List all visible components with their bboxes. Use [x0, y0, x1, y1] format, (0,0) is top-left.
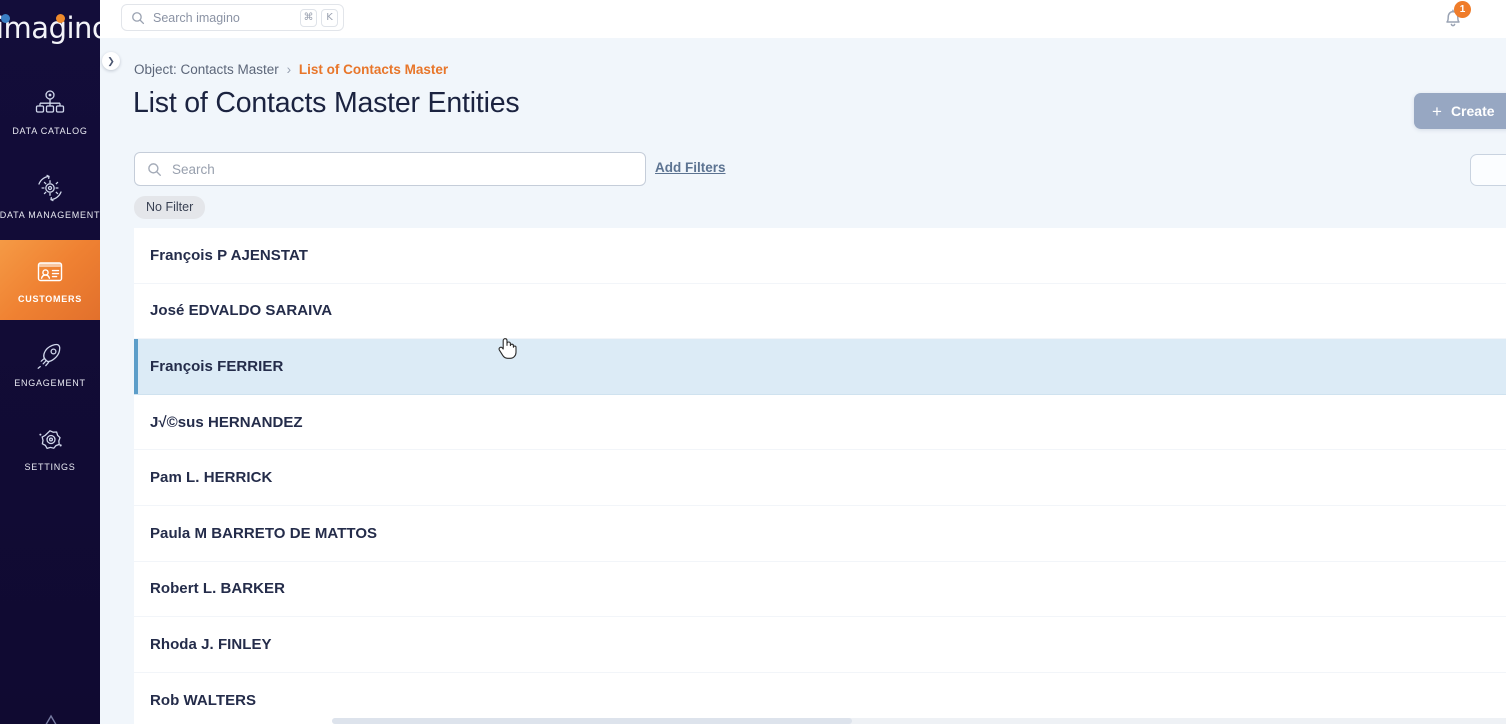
plus-icon: + — [1432, 101, 1442, 121]
list-item-label: Rhoda J. FINLEY — [150, 635, 272, 653]
add-filters-link[interactable]: Add Filters — [655, 160, 726, 175]
entity-list: François P AJENSTAT José EDVALDO SARAIVA F… — [134, 228, 1506, 724]
search-icon — [131, 11, 145, 25]
create-button-label: Create — [1450, 103, 1495, 119]
filter-chip-list: No Filter — [134, 196, 206, 219]
page-header: Object: Contacts Master › List of Contac… — [100, 38, 1506, 140]
sidebar-item-data-management[interactable]: DATA MANAGEMENT — [0, 156, 100, 236]
create-button[interactable]: + Create — [1414, 93, 1506, 129]
list-item-label: François P AJENSTAT — [150, 246, 308, 264]
data-management-icon — [33, 173, 67, 203]
sidebar-item-label: CUSTOMERS — [17, 293, 83, 304]
list-item-label: J√©sus HERNANDEZ — [150, 413, 303, 431]
breadcrumb-current[interactable]: List of Contacts Master — [299, 62, 448, 77]
data-catalog-icon — [33, 89, 67, 119]
list-item[interactable]: Rhoda J. FINLEY — [134, 617, 1506, 673]
sidebar-item-settings[interactable]: SETTINGS — [0, 408, 100, 488]
engagement-rocket-icon — [33, 341, 67, 371]
main-content: Object: Contacts Master › List of Contac… — [100, 38, 1506, 724]
sidebar-item-label: SETTINGS — [24, 461, 76, 472]
shortcut-key-k: K — [321, 8, 338, 27]
search-input[interactable]: Search — [134, 152, 646, 186]
filter-chip-no-filter[interactable]: No Filter — [134, 196, 206, 219]
shortcut-key-cmd: ⌘ — [300, 8, 317, 27]
sidebar-collapse-toggle[interactable]: ❯ — [102, 52, 120, 70]
logo-dot-orange-icon — [56, 14, 65, 23]
list-item[interactable]: Robert L. BARKER — [134, 561, 1506, 618]
list-item-label: Rob WALTERS — [150, 691, 257, 709]
page-title: List of Contacts Master Entities — [133, 87, 520, 119]
horizontal-scrollbar[interactable] — [332, 718, 1506, 724]
customers-icon — [33, 257, 67, 287]
top-bar: Search imagino ⌘ K 1 — [100, 0, 1506, 38]
app-root: imagino DATA CATALOG — [0, 0, 1506, 724]
list-item[interactable]: François FERRIER — [134, 339, 1506, 395]
chevron-right-icon: ❯ — [107, 55, 115, 66]
list-toolbar: Search Add Filters No Filter — [100, 140, 1506, 228]
sidebar-item-label: DATA MANAGEMENT — [0, 209, 100, 220]
sidebar-footer-mark-icon — [42, 714, 60, 724]
list-item-label: Pam L. HERRICK — [150, 469, 273, 487]
sidebar-item-engagement[interactable]: ENGAGEMENT — [0, 324, 100, 404]
list-item-label: Paula M BARRETO DE MATTOS — [150, 524, 378, 542]
logo-dot-blue-icon — [1, 14, 10, 23]
settings-gear-icon — [33, 425, 67, 455]
app-logo-text: imagino — [0, 11, 100, 45]
sidebar-nav: DATA CATALOG DATA MANAGEMENT CUSTOMERS E… — [0, 72, 100, 488]
global-search-placeholder: Search imagino — [153, 10, 240, 25]
notifications-badge: 1 — [1454, 1, 1471, 18]
list-item[interactable]: Rob WALTERS — [134, 672, 1506, 724]
list-item[interactable]: J√©sus HERNANDEZ — [134, 394, 1506, 451]
list-item-label: François FERRIER — [150, 357, 284, 375]
sidebar-item-customers[interactable]: CUSTOMERS — [0, 240, 100, 320]
breadcrumb-separator-icon: › — [286, 62, 292, 77]
list-item-label: José EDVALDO SARAIVA — [150, 302, 333, 320]
sidebar-item-label: ENGAGEMENT — [14, 377, 86, 388]
sidebar: imagino DATA CATALOG — [0, 0, 100, 724]
search-icon — [147, 162, 162, 177]
view-options-button[interactable] — [1470, 154, 1506, 186]
list-item[interactable]: François P AJENSTAT — [134, 228, 1506, 284]
search-placeholder: Search — [172, 161, 215, 177]
global-search-input[interactable]: Search imagino ⌘ K — [121, 4, 344, 31]
list-item[interactable]: Pam L. HERRICK — [134, 450, 1506, 506]
list-item[interactable]: José EDVALDO SARAIVA — [134, 283, 1506, 340]
horizontal-scrollbar-thumb[interactable] — [332, 718, 852, 724]
breadcrumb: Object: Contacts Master › List of Contac… — [134, 62, 448, 77]
sidebar-item-label: DATA CATALOG — [12, 125, 88, 136]
list-item[interactable]: Paula M BARRETO DE MATTOS — [134, 505, 1506, 562]
app-logo[interactable]: imagino — [0, 8, 100, 48]
sidebar-item-data-catalog[interactable]: DATA CATALOG — [0, 72, 100, 152]
list-item-label: Robert L. BARKER — [150, 580, 285, 598]
breadcrumb-parent[interactable]: Object: Contacts Master — [134, 62, 279, 77]
